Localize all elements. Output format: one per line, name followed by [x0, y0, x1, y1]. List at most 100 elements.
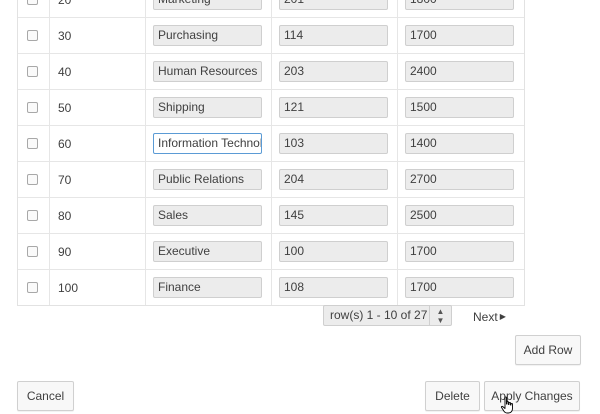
department-name-input[interactable]: Finance: [153, 277, 262, 298]
column-divider: [397, 162, 398, 197]
manager-id-input[interactable]: 203: [279, 61, 388, 82]
manager-id-input[interactable]: 201: [279, 0, 388, 10]
table-row: 70 Public Relations 204 2700: [18, 162, 524, 198]
location-id-input[interactable]: 1700: [405, 25, 514, 46]
column-divider: [397, 270, 398, 305]
column-divider: [271, 126, 272, 161]
table-row: 40 Human Resources 203 2400: [18, 54, 524, 90]
manager-id-input[interactable]: 103: [279, 133, 388, 154]
column-divider: [271, 18, 272, 53]
location-id-input[interactable]: 1700: [405, 277, 514, 298]
column-divider: [49, 198, 50, 233]
delete-button[interactable]: Delete: [425, 381, 480, 411]
column-divider: [49, 270, 50, 305]
column-divider: [397, 54, 398, 89]
column-divider: [145, 198, 146, 233]
row-select-checkbox[interactable]: [27, 210, 38, 221]
row-select-checkbox[interactable]: [27, 102, 38, 113]
table-row: 80 Sales 145 2500: [18, 198, 524, 234]
pagination-range-label: row(s) 1 - 10 of 27: [330, 308, 428, 322]
column-divider: [397, 0, 398, 17]
caret-right-icon: ▶: [499, 312, 506, 321]
column-divider: [271, 162, 272, 197]
column-divider: [271, 90, 272, 125]
location-id-input[interactable]: 2400: [405, 61, 514, 82]
manager-id-input[interactable]: 108: [279, 277, 388, 298]
column-divider: [49, 54, 50, 89]
select-arrows-icon: ▲ ▼: [429, 306, 451, 325]
table-row: 50 Shipping 121 1500: [18, 90, 524, 126]
department-id: 80: [58, 209, 72, 223]
column-divider: [49, 90, 50, 125]
department-name-input[interactable]: Executive: [153, 241, 262, 262]
row-select-checkbox[interactable]: [27, 66, 38, 77]
add-row-button[interactable]: Add Row: [515, 335, 581, 365]
column-divider: [145, 90, 146, 125]
column-divider: [397, 198, 398, 233]
pagination-select[interactable]: row(s) 1 - 10 of 27 ▲ ▼: [323, 305, 452, 326]
location-id-input[interactable]: 1800: [405, 0, 514, 10]
manager-id-input[interactable]: 100: [279, 241, 388, 262]
department-name-input[interactable]: Shipping: [153, 97, 262, 118]
row-select-checkbox[interactable]: [27, 138, 38, 149]
department-id: 40: [58, 65, 72, 79]
manager-id-input[interactable]: 121: [279, 97, 388, 118]
row-select-checkbox[interactable]: [27, 282, 38, 293]
row-select-checkbox[interactable]: [27, 30, 38, 41]
row-select-checkbox[interactable]: [27, 0, 38, 5]
column-divider: [271, 54, 272, 89]
location-id-input[interactable]: 1700: [405, 241, 514, 262]
manager-id-input[interactable]: 114: [279, 25, 388, 46]
column-divider: [397, 234, 398, 269]
department-id: 100: [58, 281, 79, 295]
column-divider: [271, 270, 272, 305]
manager-id-input[interactable]: 145: [279, 205, 388, 226]
column-divider: [397, 126, 398, 161]
table-row: 60 Information Technol 103 1400: [18, 126, 524, 162]
table-row: 100 Finance 108 1700: [18, 270, 524, 305]
tabular-form-grid: 20 Marketing 201 1800 30 Purchasing 114 1700 40 H…: [17, 0, 525, 306]
location-id-input[interactable]: 2700: [405, 169, 514, 190]
row-select-checkbox[interactable]: [27, 246, 38, 257]
department-name-input[interactable]: Marketing: [153, 0, 262, 10]
next-page-link[interactable]: Next ▶: [473, 310, 506, 324]
location-id-input[interactable]: 1500: [405, 97, 514, 118]
column-divider: [271, 234, 272, 269]
department-id: 60: [58, 137, 72, 151]
manager-id-input[interactable]: 204: [279, 169, 388, 190]
department-id: 30: [58, 29, 72, 43]
column-divider: [49, 0, 50, 17]
column-divider: [271, 0, 272, 17]
department-name-input[interactable]: Public Relations: [153, 169, 262, 190]
cancel-button[interactable]: Cancel: [17, 381, 74, 411]
department-id: 20: [58, 0, 72, 7]
column-divider: [145, 126, 146, 161]
column-divider: [49, 234, 50, 269]
column-divider: [145, 270, 146, 305]
department-id: 50: [58, 101, 72, 115]
column-divider: [49, 18, 50, 53]
department-name-input[interactable]: Human Resources: [153, 61, 262, 82]
column-divider: [397, 18, 398, 53]
department-name-input[interactable]: Purchasing: [153, 25, 262, 46]
row-select-checkbox[interactable]: [27, 174, 38, 185]
column-divider: [145, 162, 146, 197]
column-divider: [145, 0, 146, 17]
department-name-input[interactable]: Information Technol: [153, 133, 262, 154]
department-name-input[interactable]: Sales: [153, 205, 262, 226]
column-divider: [271, 198, 272, 233]
column-divider: [145, 54, 146, 89]
location-id-input[interactable]: 2500: [405, 205, 514, 226]
table-row: 20 Marketing 201 1800: [18, 0, 524, 18]
column-divider: [397, 90, 398, 125]
column-divider: [49, 162, 50, 197]
department-id: 70: [58, 173, 72, 187]
next-page-label: Next: [473, 310, 498, 324]
column-divider: [49, 126, 50, 161]
table-row: 90 Executive 100 1700: [18, 234, 524, 270]
column-divider: [145, 18, 146, 53]
table-row: 30 Purchasing 114 1700: [18, 18, 524, 54]
location-id-input[interactable]: 1400: [405, 133, 514, 154]
column-divider: [145, 234, 146, 269]
hand-pointer-cursor-icon: [501, 396, 513, 414]
